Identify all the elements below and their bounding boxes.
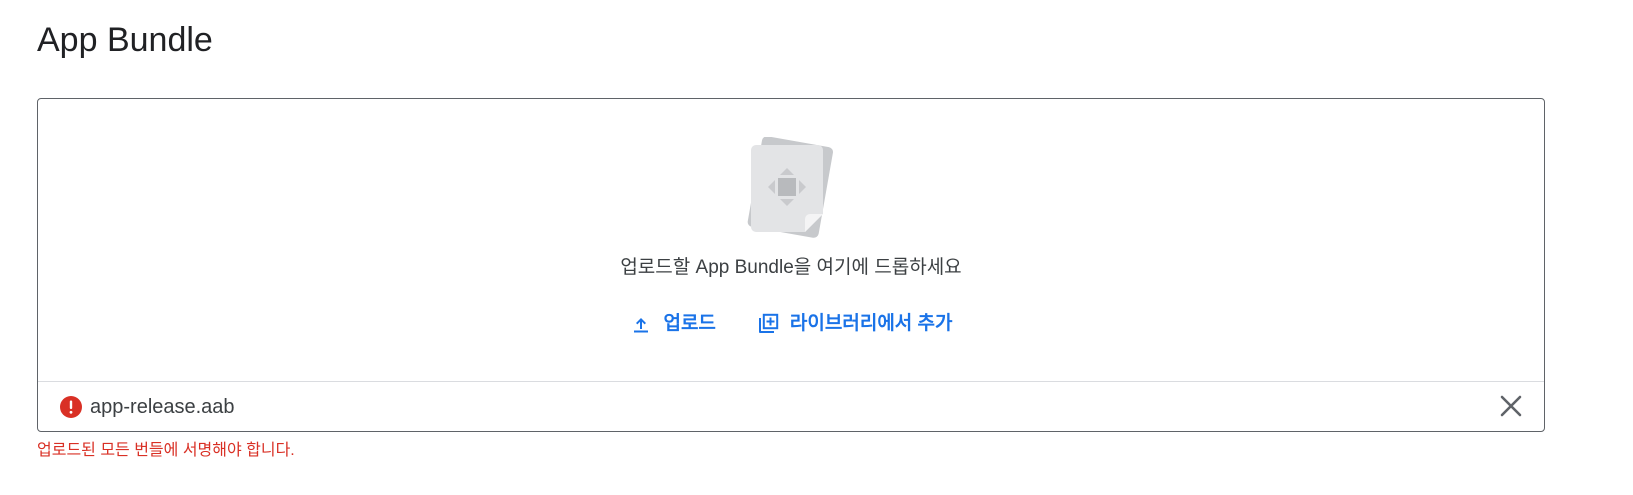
close-icon (1499, 394, 1523, 421)
page-title: App Bundle (37, 21, 213, 59)
app-bundle-illustration-icon (740, 136, 840, 241)
drop-prompt-text: 업로드할 App Bundle을 여기에 드롭하세요 (620, 257, 962, 278)
drop-area[interactable]: 업로드할 App Bundle을 여기에 드롭하세요 업로드 라이브러리에서 추… (38, 99, 1544, 381)
upload-button[interactable]: 업로드 (627, 307, 717, 341)
error-icon (59, 395, 83, 419)
remove-file-button[interactable] (1496, 392, 1526, 422)
library-add-icon (756, 312, 780, 336)
upload-icon (629, 312, 653, 336)
file-name: app-release.aab (90, 396, 235, 418)
app-bundle-page: App Bundle 업로드할 App Bundle을 여기에 드롭하세요 업로… (0, 0, 1633, 495)
add-from-library-label: 라이브러리에서 추가 (789, 313, 953, 334)
dropzone-actions: 업로드 라이브러리에서 추가 (38, 307, 1544, 341)
error-message: 업로드된 모든 번들에 서명해야 합니다. (37, 442, 295, 459)
add-from-library-button[interactable]: 라이브러리에서 추가 (754, 307, 955, 341)
upload-button-label: 업로드 (663, 313, 716, 334)
bundle-dropzone[interactable]: 업로드할 App Bundle을 여기에 드롭하세요 업로드 라이브러리에서 추… (37, 98, 1545, 432)
file-row: app-release.aab (38, 381, 1544, 431)
